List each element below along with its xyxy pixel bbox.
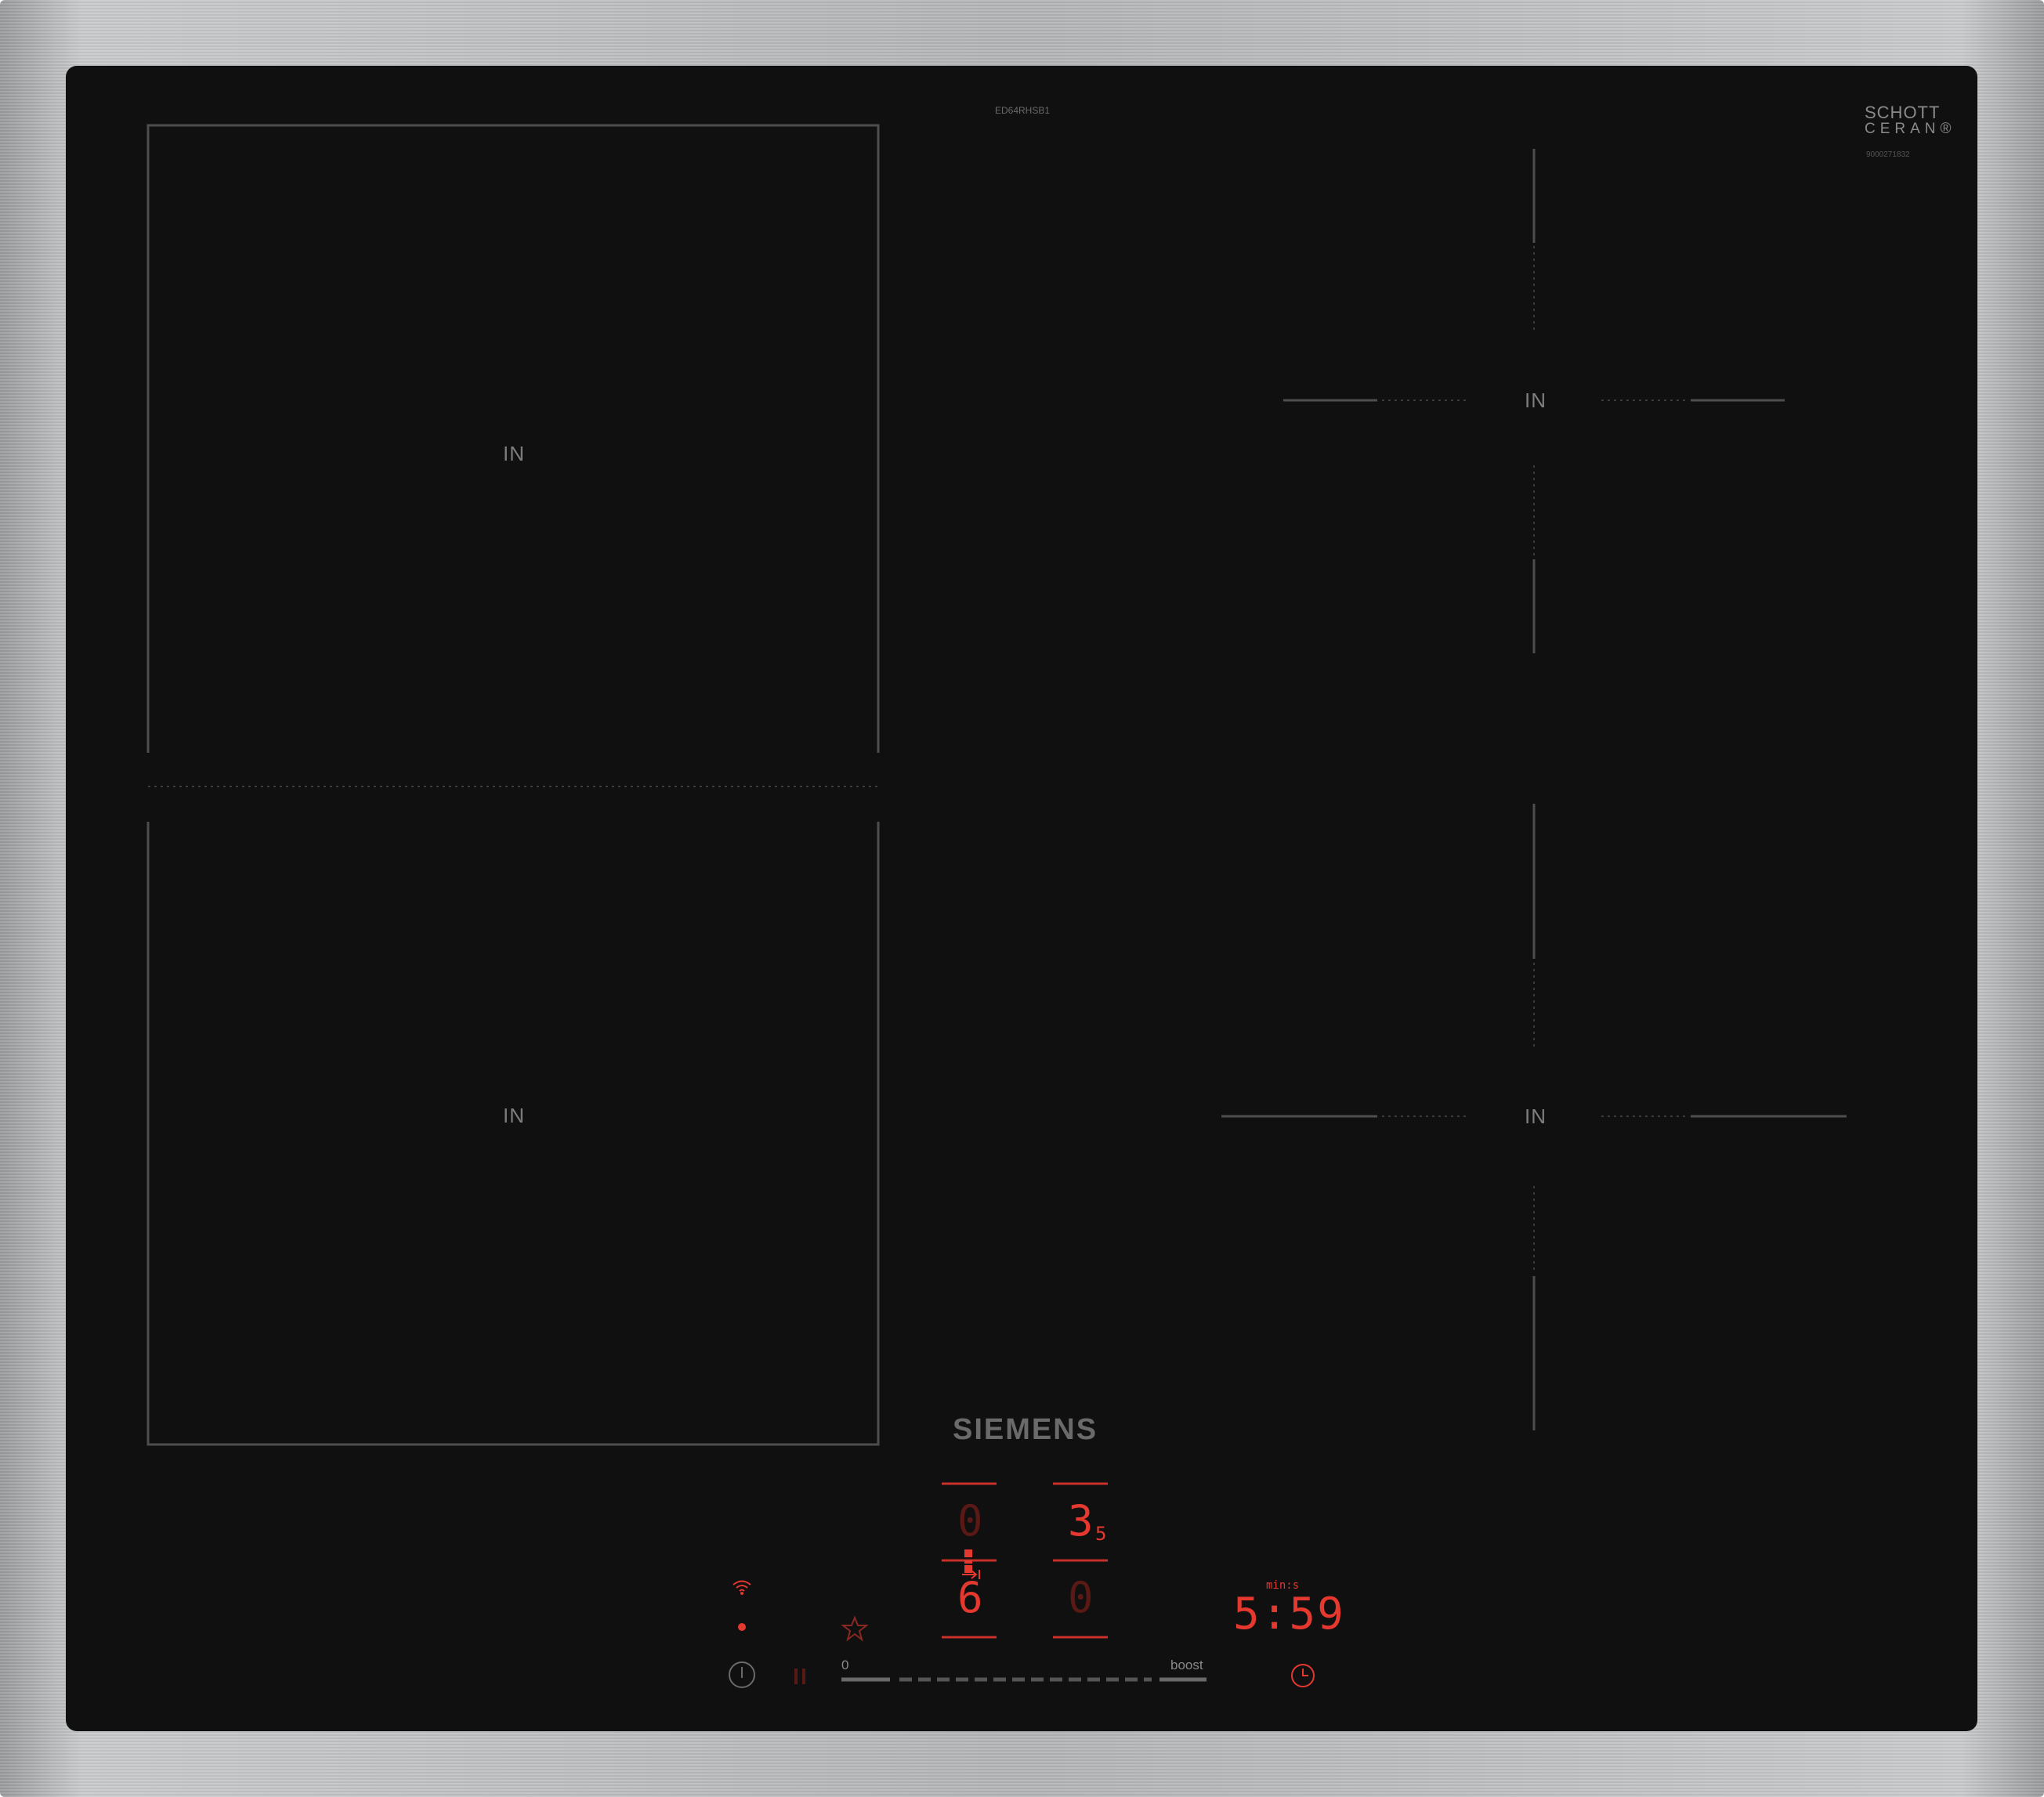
- ceramic-glass-surface: ED64RHSB1 SCHOTT CERAN® 9000271832 IN IN…: [66, 66, 1977, 1731]
- zone-front-right-subdisplay: 5: [1095, 1523, 1107, 1545]
- status-indicator-dot: [736, 1622, 747, 1632]
- timer-display: 5:59: [1233, 1589, 1345, 1640]
- zone-label-left-bottom: IN: [503, 1104, 525, 1127]
- schott-code: 9000271832: [1866, 150, 1910, 159]
- flex-zone-top-outline: [147, 124, 880, 753]
- slider-min-label: 0: [841, 1658, 849, 1672]
- schott-logo-line2: CERAN®: [1865, 121, 1956, 137]
- boost-label[interactable]: boost: [1170, 1658, 1203, 1673]
- zone-label-left-top: IN: [503, 442, 525, 465]
- zone-label-right-top: IN: [1525, 389, 1547, 412]
- star-icon[interactable]: [841, 1615, 868, 1642]
- zone-link-icon[interactable]: [962, 1548, 975, 1575]
- zone-front-right-display[interactable]: 3: [1068, 1496, 1094, 1546]
- cooking-zone-markings: [147, 124, 1847, 1682]
- zone-label-right-bottom: IN: [1525, 1105, 1547, 1128]
- zone-rear-right-display[interactable]: 0: [1068, 1573, 1094, 1622]
- pause-icon[interactable]: [790, 1664, 812, 1689]
- flex-zone-bottom-outline: [147, 822, 880, 1446]
- clock-icon[interactable]: [1288, 1661, 1318, 1690]
- model-code: ED64RHSB1: [995, 105, 1051, 116]
- cooktop: ED64RHSB1 SCHOTT CERAN® 9000271832 IN IN…: [0, 0, 2044, 1797]
- power-icon[interactable]: [726, 1659, 758, 1690]
- wifi-icon[interactable]: [732, 1579, 752, 1595]
- brand-logo: SIEMENS: [953, 1413, 1098, 1446]
- zone-front-left-display[interactable]: 0: [957, 1496, 983, 1546]
